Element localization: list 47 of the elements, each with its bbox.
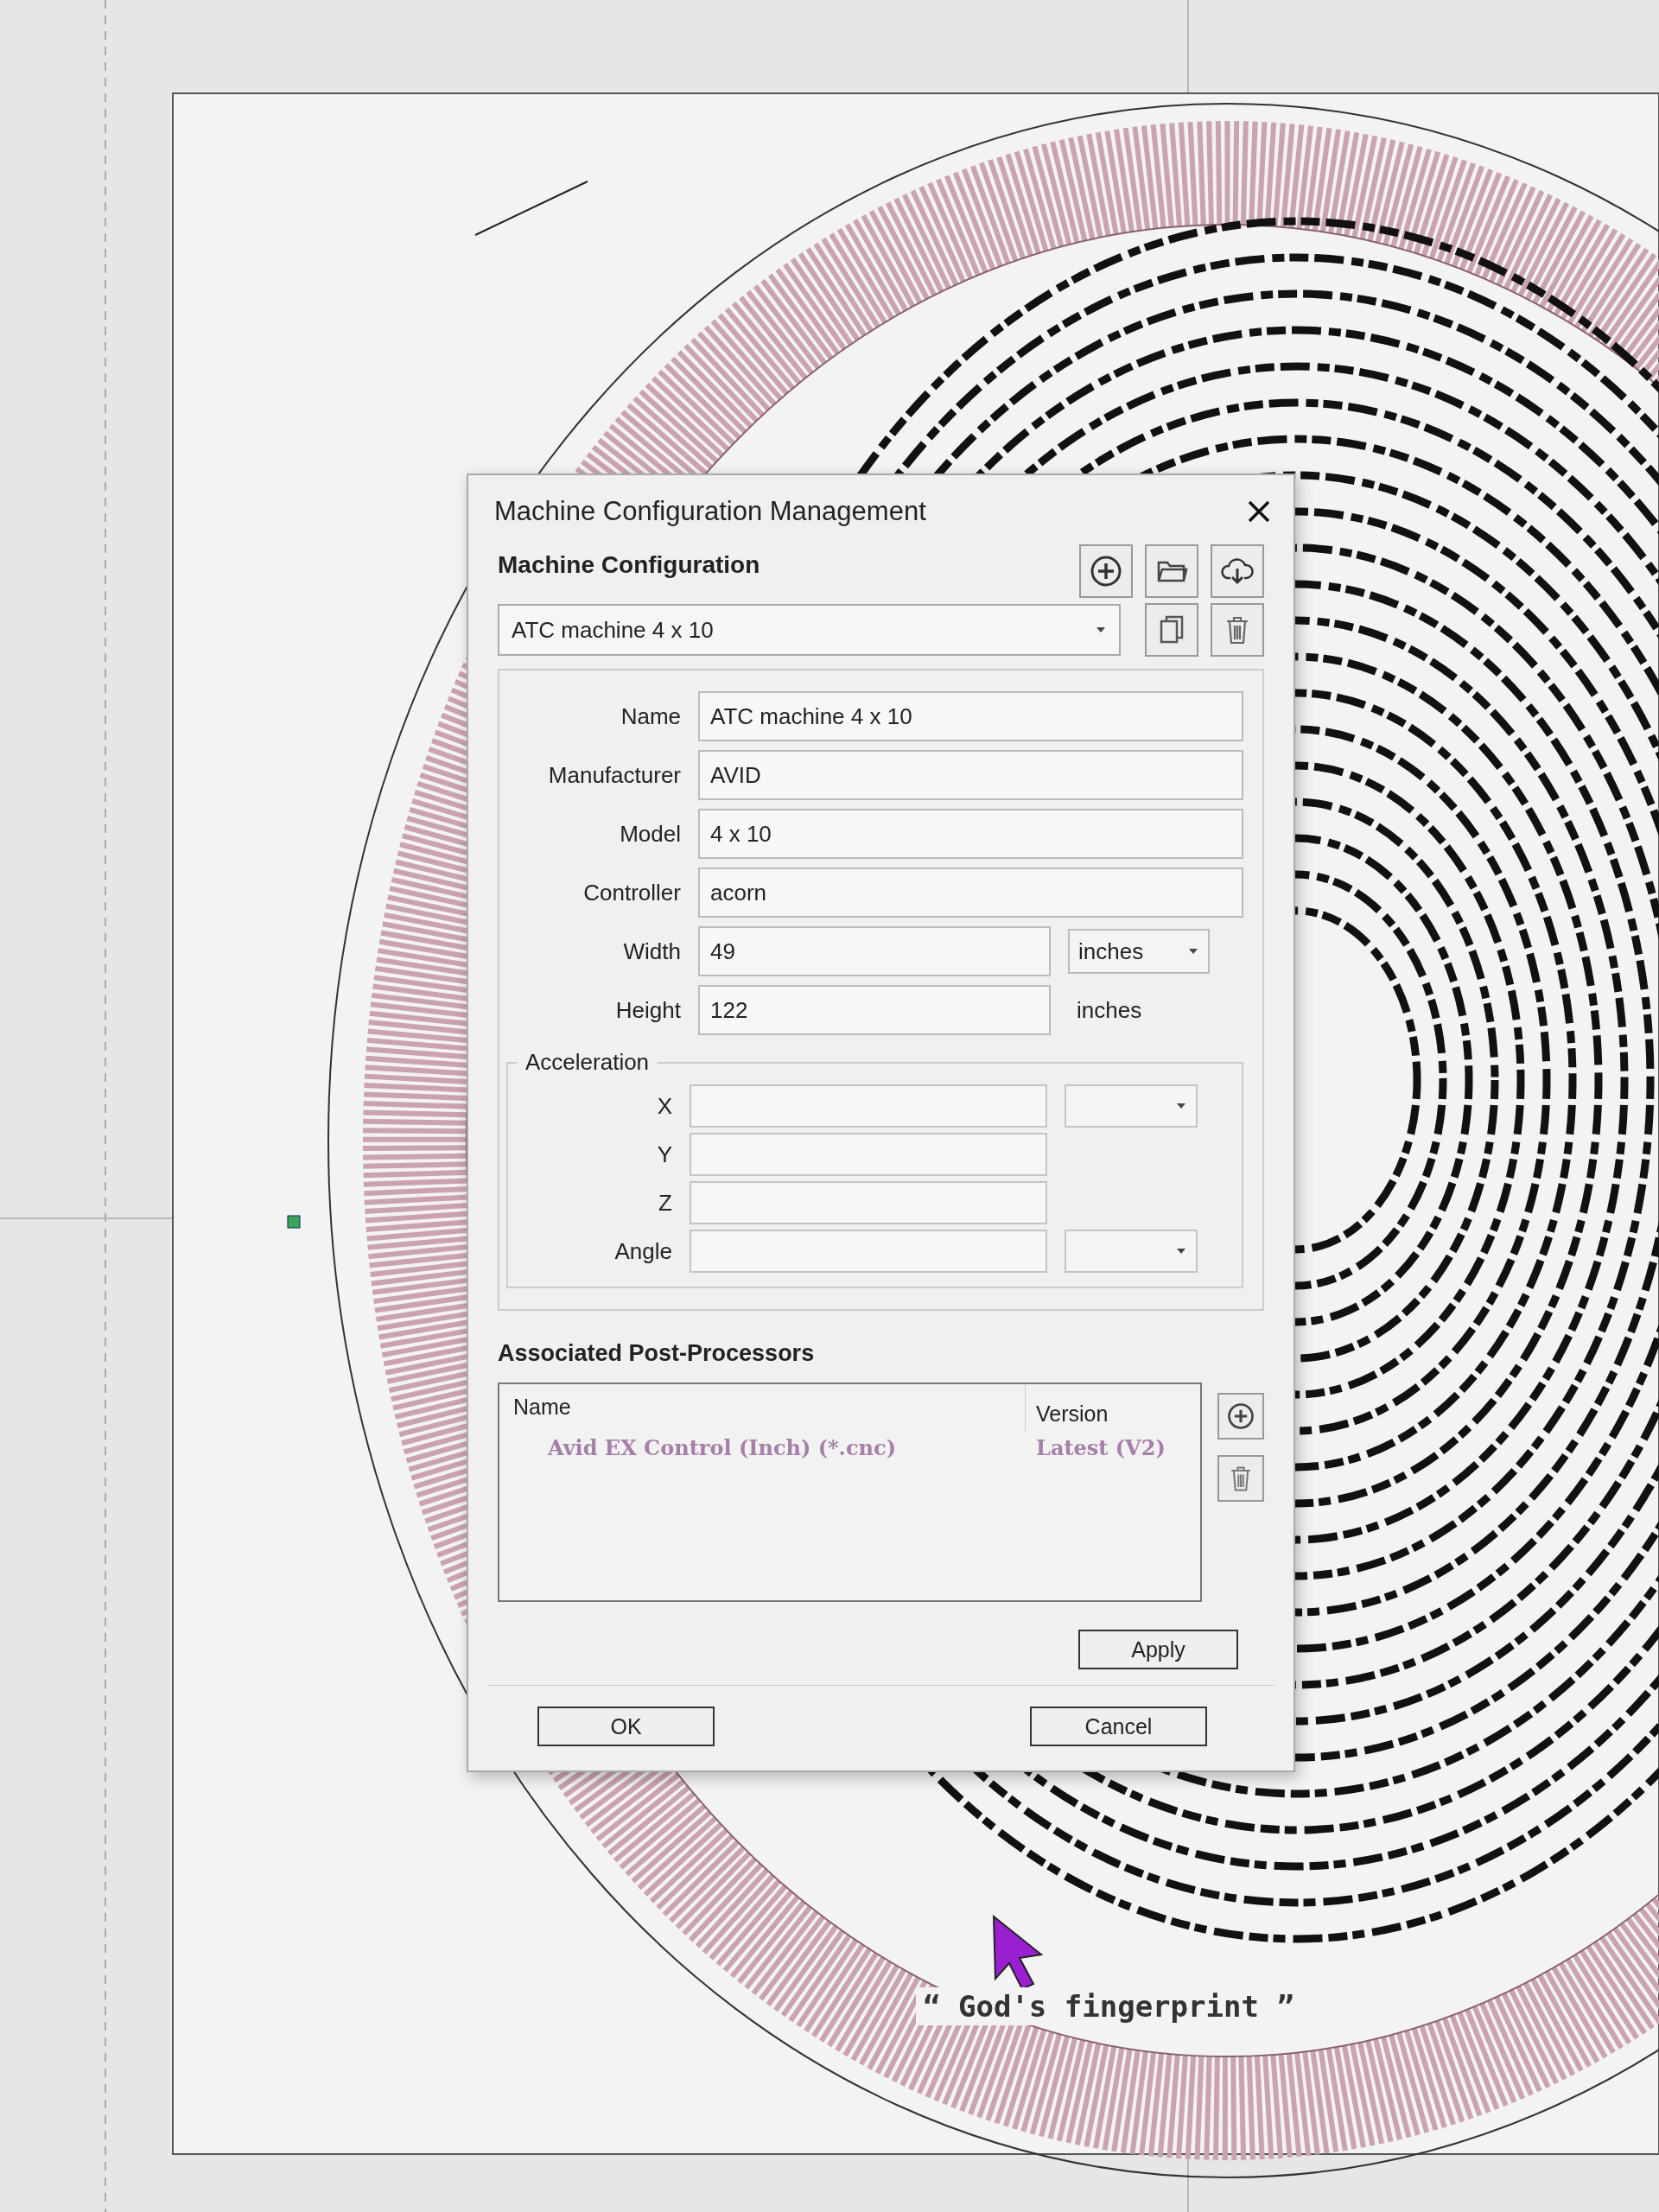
field-label: Manufacturer (547, 761, 681, 789)
machine-dropdown[interactable]: ATC machine 4 x 10 (498, 604, 1121, 656)
text-field[interactable] (690, 1133, 1047, 1176)
field-label: Height (614, 996, 681, 1024)
text-field[interactable] (690, 1230, 1047, 1273)
close-icon (1247, 499, 1271, 524)
field-label: Width (622, 938, 681, 965)
add-button[interactable] (1079, 544, 1133, 598)
caret-icon (1175, 1247, 1187, 1255)
text-field[interactable]: 49 (698, 926, 1051, 976)
field-label: Controller (582, 879, 681, 906)
column-header: Version (1025, 1384, 1200, 1432)
cloud-download-button[interactable] (1211, 544, 1264, 598)
section-heading: Associated Post-Processors (498, 1339, 816, 1368)
ok-button[interactable]: OK (537, 1707, 715, 1746)
copy-button[interactable] (1145, 603, 1198, 657)
field-label: Y (656, 1141, 672, 1168)
column-header: Name (512, 1394, 572, 1421)
text-field[interactable]: AVID (698, 750, 1243, 800)
caret-icon (1187, 947, 1199, 956)
field-label: Angle (613, 1237, 672, 1265)
caret-icon (1175, 1102, 1187, 1110)
text-field[interactable] (690, 1084, 1047, 1128)
unit-label: inches (1076, 996, 1142, 1024)
plus-circle-icon (1089, 554, 1123, 588)
text-field[interactable]: 122 (698, 985, 1051, 1035)
cancel-button[interactable]: Cancel (1030, 1707, 1207, 1746)
field-label: Model (619, 820, 681, 848)
field-label: Name (620, 702, 681, 730)
node-handle[interactable] (287, 1215, 301, 1229)
field-label: Z (658, 1189, 672, 1217)
apply-button[interactable]: Apply (1078, 1630, 1238, 1669)
window-title: Machine Configuration Management (494, 496, 926, 527)
caret-icon (1095, 626, 1107, 634)
text-field[interactable]: acorn (698, 868, 1243, 918)
section-heading: Machine Configuration (498, 551, 760, 580)
delete-button[interactable] (1217, 1455, 1264, 1502)
field-label: X (656, 1092, 672, 1120)
group-title: Acceleration (524, 1049, 651, 1076)
text-field[interactable] (690, 1181, 1047, 1224)
text-field[interactable]: 4 x 10 (698, 809, 1243, 859)
plus-circle-icon (1225, 1401, 1256, 1432)
folder-button[interactable] (1145, 544, 1198, 598)
add-button[interactable] (1217, 1393, 1264, 1440)
delete-button[interactable] (1211, 603, 1264, 657)
text-field[interactable]: ATC machine 4 x 10 (698, 691, 1243, 741)
unit-dropdown[interactable]: inches (1068, 929, 1210, 974)
